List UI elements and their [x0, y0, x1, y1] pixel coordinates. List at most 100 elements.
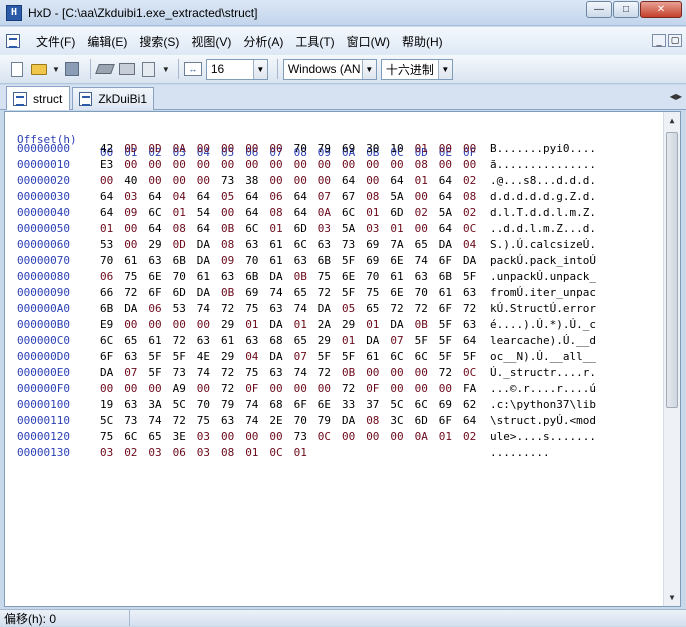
hex-byte[interactable]: 72: [221, 366, 234, 379]
hex-byte[interactable]: 00: [124, 382, 137, 395]
hex-byte[interactable]: 75: [318, 270, 331, 283]
hex-byte[interactable]: E3: [100, 158, 113, 171]
hex-byte[interactable]: 69: [439, 398, 452, 411]
hex-byte[interactable]: 74: [415, 254, 428, 267]
hex-byte[interactable]: 63: [318, 238, 331, 251]
hex-byte[interactable]: 6E: [390, 286, 403, 299]
hex-byte[interactable]: 0F: [245, 382, 258, 395]
page-icon[interactable]: [140, 60, 158, 78]
hex-byte[interactable]: 72: [173, 334, 186, 347]
hex-byte[interactable]: 69: [342, 142, 355, 155]
hex-byte[interactable]: 04: [173, 190, 186, 203]
hex-byte[interactable]: 29: [221, 350, 234, 363]
hex-byte[interactable]: 73: [294, 430, 307, 443]
hex-byte[interactable]: 01: [390, 222, 403, 235]
hex-byte[interactable]: FA: [463, 382, 476, 395]
hex-byte[interactable]: 64: [463, 334, 476, 347]
hex-byte[interactable]: 6C: [124, 430, 137, 443]
hex-byte[interactable]: 68: [269, 398, 282, 411]
hex-byte[interactable]: 04: [463, 238, 476, 251]
ascii-text[interactable]: B.......pyi0....: [490, 142, 596, 155]
hex-byte[interactable]: 06: [269, 190, 282, 203]
hex-byte[interactable]: 75: [124, 270, 137, 283]
hex-byte[interactable]: DA: [366, 334, 379, 347]
hex-byte[interactable]: 07: [390, 334, 403, 347]
hex-byte[interactable]: 00: [294, 382, 307, 395]
scroll-down-icon[interactable]: ▼: [664, 589, 680, 606]
hex-byte[interactable]: 63: [269, 366, 282, 379]
hex-byte[interactable]: 5F: [439, 350, 452, 363]
hex-byte[interactable]: 70: [294, 142, 307, 155]
hex-byte[interactable]: 33: [342, 398, 355, 411]
hex-byte[interactable]: 05: [342, 302, 355, 315]
hex-byte[interactable]: 0C: [463, 366, 476, 379]
hex-byte[interactable]: 5F: [342, 254, 355, 267]
hex-byte[interactable]: 00: [100, 382, 113, 395]
hex-byte[interactable]: 73: [221, 174, 234, 187]
hex-byte[interactable]: 75: [366, 286, 379, 299]
hex-byte[interactable]: 4E: [197, 350, 210, 363]
bytes-per-row-select[interactable]: 16 ▼: [205, 58, 268, 80]
hex-byte[interactable]: 0B: [294, 270, 307, 283]
hex-byte[interactable]: 00: [269, 174, 282, 187]
hex-byte[interactable]: 0D: [173, 238, 186, 251]
hex-byte[interactable]: 00: [342, 430, 355, 443]
hex-byte[interactable]: 6F: [439, 414, 452, 427]
hex-byte[interactable]: 64: [439, 190, 452, 203]
hex-byte[interactable]: 61: [124, 254, 137, 267]
hex-byte[interactable]: 6B: [100, 302, 113, 315]
hex-byte[interactable]: 74: [197, 302, 210, 315]
hex-byte[interactable]: A9: [173, 382, 186, 395]
minimize-button[interactable]: —: [586, 1, 612, 18]
hex-byte[interactable]: 72: [221, 302, 234, 315]
hex-byte[interactable]: 6F: [100, 350, 113, 363]
hex-byte[interactable]: 5F: [173, 350, 186, 363]
chevron-down-icon[interactable]: ▼: [252, 59, 267, 79]
hex-byte[interactable]: 63: [245, 334, 258, 347]
hex-byte[interactable]: 63: [269, 302, 282, 315]
hex-byte[interactable]: 5F: [463, 270, 476, 283]
hex-byte[interactable]: 65: [124, 334, 137, 347]
hex-byte[interactable]: 00: [173, 158, 186, 171]
ascii-text[interactable]: ...©.r....r....ú: [490, 382, 596, 395]
hex-byte[interactable]: 0B: [415, 318, 428, 331]
hex-byte[interactable]: 5F: [463, 350, 476, 363]
hex-byte[interactable]: 5F: [318, 350, 331, 363]
hex-byte[interactable]: 6F: [439, 302, 452, 315]
hex-byte[interactable]: 0B: [221, 222, 234, 235]
hex-byte[interactable]: 65: [294, 286, 307, 299]
ascii-text[interactable]: learcache).Ú.__d: [490, 334, 596, 347]
menu-search[interactable]: 搜索(S): [133, 33, 185, 50]
hex-byte[interactable]: 00: [221, 430, 234, 443]
hex-byte[interactable]: 61: [221, 334, 234, 347]
hex-byte[interactable]: 06: [148, 302, 161, 315]
hex-byte[interactable]: 63: [148, 254, 161, 267]
hex-byte[interactable]: 72: [124, 286, 137, 299]
hex-byte[interactable]: 70: [197, 398, 210, 411]
hex-byte[interactable]: 00: [415, 382, 428, 395]
hex-byte[interactable]: 01: [342, 334, 355, 347]
hex-byte[interactable]: 08: [366, 190, 379, 203]
menu-analysis[interactable]: 分析(A): [237, 33, 289, 50]
hex-byte[interactable]: DA: [269, 318, 282, 331]
ascii-text[interactable]: d.l.T.d.d.l.m.Z.: [490, 206, 596, 219]
hex-byte[interactable]: 6E: [318, 398, 331, 411]
hex-byte[interactable]: 0A: [318, 206, 331, 219]
menu-help[interactable]: 帮助(H): [396, 33, 449, 50]
hex-byte[interactable]: 08: [463, 190, 476, 203]
page-dropdown-icon[interactable]: ▼: [162, 65, 170, 74]
hex-byte[interactable]: 74: [245, 414, 258, 427]
hex-byte[interactable]: 00: [366, 158, 379, 171]
hex-byte[interactable]: 64: [294, 206, 307, 219]
hex-byte[interactable]: 0B: [221, 286, 234, 299]
hex-byte[interactable]: 0D: [124, 142, 137, 155]
hex-byte[interactable]: 04: [245, 350, 258, 363]
hex-byte[interactable]: 38: [245, 174, 258, 187]
hex-byte[interactable]: 74: [294, 302, 307, 315]
hex-byte[interactable]: 73: [173, 366, 186, 379]
hex-byte[interactable]: 00: [439, 142, 452, 155]
hex-byte[interactable]: 53: [100, 238, 113, 251]
hex-byte[interactable]: 08: [221, 446, 234, 459]
hex-byte[interactable]: 0B: [342, 366, 355, 379]
hex-byte[interactable]: 02: [415, 206, 428, 219]
